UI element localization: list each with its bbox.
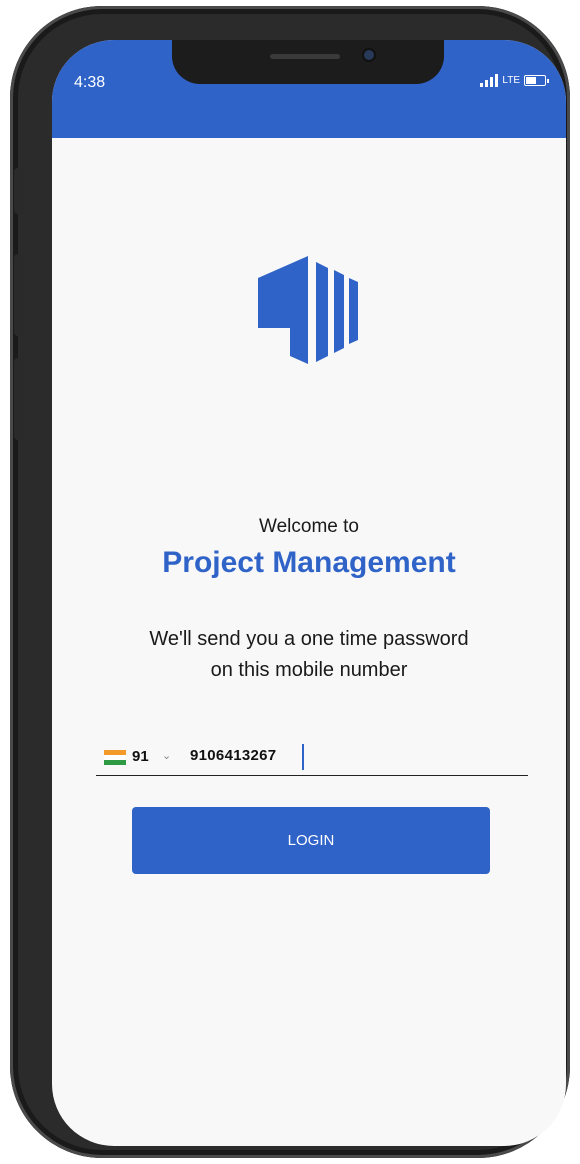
otp-instruction-line2: on this mobile number bbox=[210, 659, 408, 681]
volume-up-button bbox=[14, 254, 24, 336]
volume-down-button bbox=[14, 358, 24, 440]
india-flag-icon[interactable] bbox=[104, 750, 126, 765]
phone-frame: 4:38 LTE Welcome to Project Management W… bbox=[10, 6, 570, 1158]
notch bbox=[172, 40, 444, 84]
front-camera bbox=[364, 50, 374, 60]
signal-icon bbox=[480, 74, 499, 87]
chevron-down-icon[interactable]: ⌄ bbox=[162, 749, 171, 762]
network-type: LTE bbox=[502, 75, 520, 86]
login-button[interactable]: LOGIN bbox=[132, 807, 490, 874]
speaker bbox=[270, 54, 340, 59]
mobile-number-input[interactable]: 9106413267 bbox=[190, 747, 276, 764]
screen: 4:38 LTE Welcome to Project Management W… bbox=[52, 40, 566, 1146]
text-cursor bbox=[302, 744, 304, 770]
mute-switch bbox=[14, 168, 24, 214]
otp-instruction-line1: We'll send you a one time password bbox=[149, 628, 469, 650]
battery-icon bbox=[524, 75, 549, 86]
country-code[interactable]: 91 bbox=[132, 748, 149, 765]
otp-instruction: We'll send you a one time password on th… bbox=[92, 624, 526, 686]
status-icons: LTE bbox=[480, 74, 549, 87]
app-logo-icon bbox=[258, 256, 358, 364]
welcome-text: Welcome to bbox=[259, 516, 359, 537]
mobile-number-field[interactable]: 91 ⌄ 9106413267 bbox=[96, 742, 528, 776]
status-time: 4:38 bbox=[74, 74, 106, 91]
app-title: Project Management bbox=[162, 546, 456, 579]
